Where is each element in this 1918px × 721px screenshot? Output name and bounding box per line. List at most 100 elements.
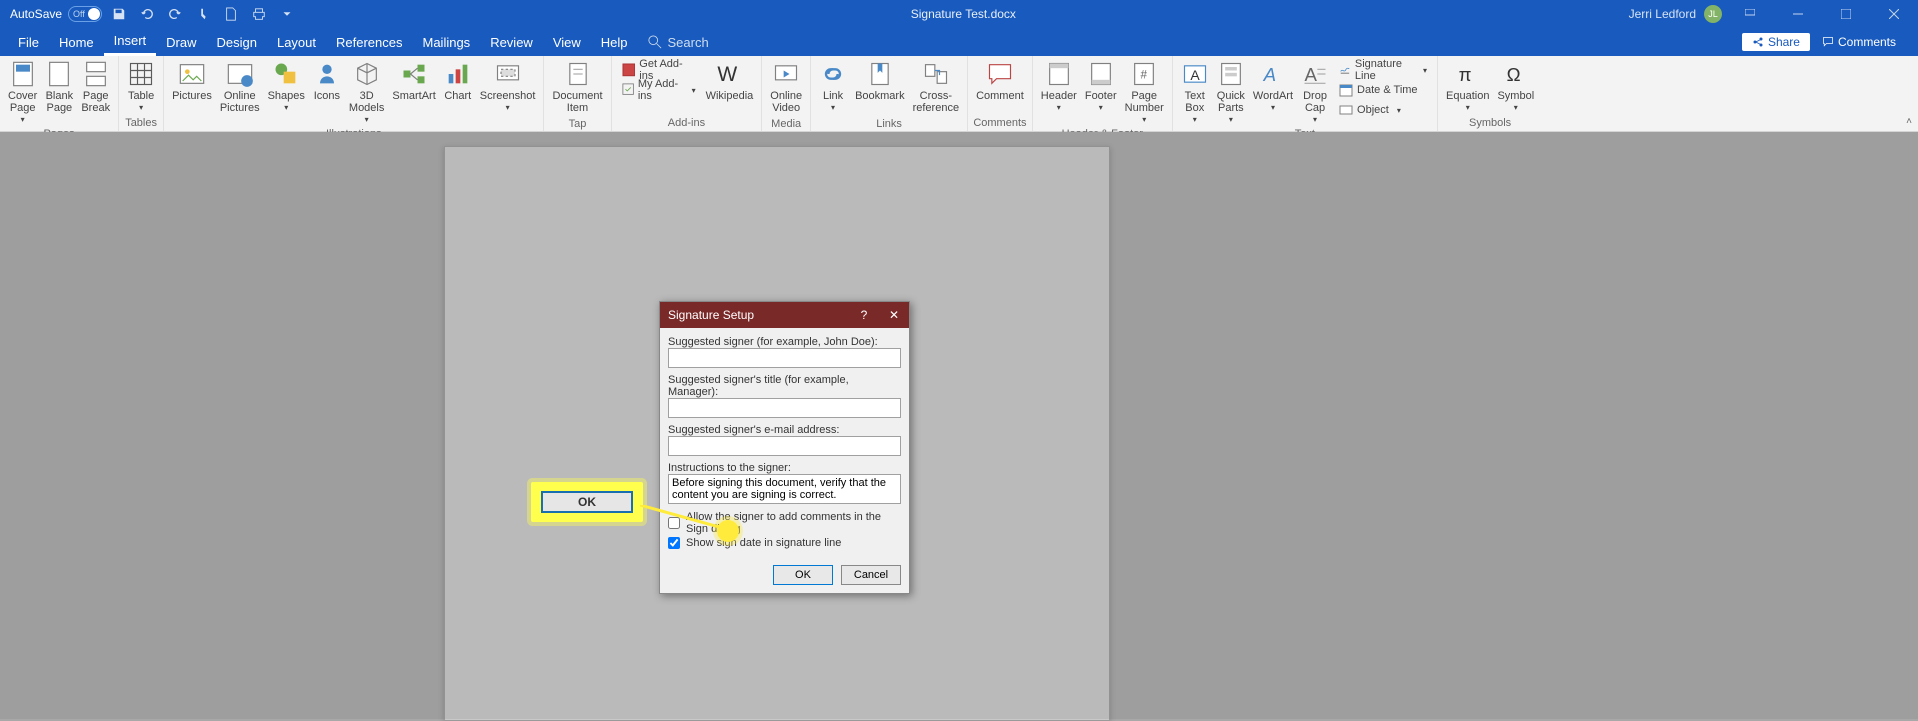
titlebar: AutoSave Off Signature Test.docx Jerri L… — [0, 0, 1918, 28]
autosave-label: AutoSave — [10, 7, 62, 21]
tab-draw[interactable]: Draw — [156, 28, 206, 56]
dialog-help-icon[interactable]: ? — [849, 308, 879, 322]
ribbon-group-illustrations: Pictures Online Pictures Shapes▾ Icons 3… — [164, 56, 544, 131]
allow-comments-checkbox[interactable] — [668, 517, 680, 529]
symbol-button[interactable]: ΩSymbol▾ — [1493, 58, 1538, 114]
tab-help[interactable]: Help — [591, 28, 638, 56]
online-pictures-button[interactable]: Online Pictures — [216, 58, 264, 116]
equation-button[interactable]: πEquation▾ — [1442, 58, 1493, 114]
close-window-icon[interactable] — [1874, 0, 1914, 28]
ribbon-group-addins: Get Add-ins My Add-ins▾ WWikipedia Add-i… — [612, 56, 763, 131]
menubar: File Home Insert Draw Design Layout Refe… — [0, 28, 1918, 56]
ribbon-group-symbols: πEquation▾ ΩSymbol▾ Symbols — [1438, 56, 1542, 131]
icons-button[interactable]: Icons — [309, 58, 345, 104]
show-date-label: Show sign date in signature line — [686, 537, 841, 549]
signer-email-label: Suggested signer's e-mail address: — [668, 424, 901, 436]
chart-button[interactable]: Chart — [440, 58, 476, 104]
search-icon — [648, 35, 662, 49]
signer-title-input[interactable] — [668, 398, 901, 418]
comment-button[interactable]: Comment — [972, 58, 1028, 104]
print-icon[interactable] — [248, 3, 270, 25]
redo-icon[interactable] — [164, 3, 186, 25]
3d-models-button[interactable]: 3D Models▾ — [345, 58, 388, 126]
blank-page-button[interactable]: Blank Page — [41, 58, 77, 116]
tab-insert[interactable]: Insert — [104, 28, 157, 56]
maximize-icon[interactable] — [1826, 0, 1866, 28]
svg-text:π: π — [1458, 64, 1471, 85]
online-video-button[interactable]: Online Video — [766, 58, 806, 116]
page-break-button[interactable]: Page Break — [77, 58, 114, 116]
allow-comments-label: Allow the signer to add comments in the … — [686, 511, 901, 535]
ribbon-group-pages: Cover Page▾ Blank Page Page Break Pages — [0, 56, 119, 131]
date-time-button[interactable]: Date & Time — [1333, 80, 1433, 100]
tab-view[interactable]: View — [543, 28, 591, 56]
ribbon-group-media: Online Video Media — [762, 56, 811, 131]
collapse-ribbon-icon[interactable]: ˄ — [1906, 116, 1912, 127]
cross-reference-button[interactable]: Cross- reference — [909, 58, 963, 116]
undo-icon[interactable] — [136, 3, 158, 25]
new-doc-icon[interactable] — [220, 3, 242, 25]
tab-references[interactable]: References — [326, 28, 412, 56]
qat-customize-icon[interactable] — [276, 3, 298, 25]
ribbon-group-tap: Document Item Tap — [544, 56, 611, 131]
quick-parts-button[interactable]: Quick Parts▾ — [1213, 58, 1249, 126]
signer-email-input[interactable] — [668, 436, 901, 456]
comment-icon — [1822, 36, 1834, 48]
search-box[interactable]: Search — [648, 35, 709, 50]
text-box-button[interactable]: AText Box▾ — [1177, 58, 1213, 126]
cover-page-button[interactable]: Cover Page▾ — [4, 58, 41, 126]
tab-layout[interactable]: Layout — [267, 28, 326, 56]
document-title: Signature Test.docx — [298, 7, 1629, 21]
object-button[interactable]: Object▾ — [1333, 100, 1433, 120]
minimize-icon[interactable] — [1778, 0, 1818, 28]
comments-button[interactable]: Comments — [1814, 33, 1904, 51]
ribbon-display-icon[interactable] — [1730, 0, 1770, 28]
get-addins-button[interactable]: Get Add-ins — [616, 60, 702, 80]
bookmark-button[interactable]: Bookmark — [851, 58, 909, 104]
ok-button[interactable]: OK — [773, 565, 833, 585]
my-addins-button[interactable]: My Add-ins▾ — [616, 80, 702, 100]
cancel-button[interactable]: Cancel — [841, 565, 901, 585]
tab-mailings[interactable]: Mailings — [413, 28, 481, 56]
ribbon-group-text: AText Box▾ Quick Parts▾ AWordArt▾ ADrop … — [1173, 56, 1438, 131]
link-button[interactable]: Link▾ — [815, 58, 851, 114]
smartart-button[interactable]: SmartArt — [388, 58, 439, 104]
dialog-title: Signature Setup — [668, 308, 849, 322]
tab-review[interactable]: Review — [480, 28, 543, 56]
save-icon[interactable] — [108, 3, 130, 25]
callout-highlight: OK — [531, 482, 643, 522]
ribbon-group-comments: Comment Comments — [968, 56, 1033, 131]
instructions-textarea[interactable] — [668, 474, 901, 504]
document-item-button[interactable]: Document Item — [548, 58, 606, 116]
show-date-checkbox[interactable] — [668, 537, 680, 549]
tab-file[interactable]: File — [8, 28, 49, 56]
svg-text:#: # — [1141, 69, 1148, 82]
signature-line-button[interactable]: Signature Line▾ — [1333, 60, 1433, 80]
user-name: Jerri Ledford — [1629, 7, 1696, 21]
footer-button[interactable]: Footer▾ — [1081, 58, 1121, 114]
user-avatar[interactable]: JL — [1704, 5, 1722, 23]
signature-setup-dialog: Signature Setup ? ✕ Suggested signer (fo… — [659, 301, 910, 594]
ribbon-group-tables: Table▾ Tables — [119, 56, 164, 131]
share-button[interactable]: Share — [1742, 33, 1810, 51]
wordart-button[interactable]: AWordArt▾ — [1249, 58, 1297, 114]
autosave-toggle[interactable]: Off — [68, 6, 102, 22]
svg-text:W: W — [718, 63, 738, 86]
callout-ok-label: OK — [541, 491, 633, 513]
screenshot-button[interactable]: Screenshot▾ — [476, 58, 540, 114]
drop-cap-button[interactable]: ADrop Cap▾ — [1297, 58, 1333, 126]
tab-design[interactable]: Design — [207, 28, 267, 56]
shapes-button[interactable]: Shapes▾ — [264, 58, 309, 114]
wikipedia-button[interactable]: WWikipedia — [702, 58, 758, 104]
header-button[interactable]: Header▾ — [1037, 58, 1081, 114]
suggested-signer-input[interactable] — [668, 348, 901, 368]
page-number-button[interactable]: #Page Number▾ — [1121, 58, 1168, 126]
dialog-close-icon[interactable]: ✕ — [879, 308, 909, 322]
touch-mode-icon[interactable] — [192, 3, 214, 25]
dialog-titlebar[interactable]: Signature Setup ? ✕ — [660, 302, 909, 328]
table-button[interactable]: Table▾ — [123, 58, 159, 114]
suggested-signer-label: Suggested signer (for example, John Doe)… — [668, 336, 901, 348]
share-icon — [1752, 36, 1764, 48]
tab-home[interactable]: Home — [49, 28, 104, 56]
pictures-button[interactable]: Pictures — [168, 58, 216, 104]
